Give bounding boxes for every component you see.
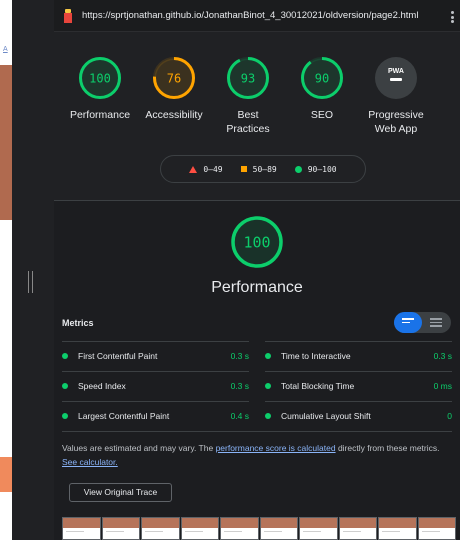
pass-circle-icon [265, 413, 271, 419]
gauge-label: Best Practices [226, 109, 270, 135]
pass-circle-icon [62, 383, 68, 389]
performance-section: 100 Performance Metrics First Contentful… [54, 201, 460, 540]
view-original-trace-button[interactable]: View Original Trace [69, 483, 172, 502]
gauge-label: SEO [310, 109, 334, 121]
gauge-best-practices[interactable]: 93 Best Practices [208, 56, 288, 136]
filmstrip-frame [220, 517, 259, 540]
score-calculated-link[interactable]: performance score is calculated [216, 443, 336, 453]
metric-name: Largest Contentful Paint [78, 411, 170, 421]
gauge-performance[interactable]: 100 Performance [60, 56, 140, 122]
metric-value: 0.3 s [230, 351, 249, 361]
performance-score-gauge: 100 [231, 216, 283, 268]
calculator-link[interactable]: See calculator. [62, 457, 118, 467]
metric-name: Time to Interactive [281, 351, 351, 361]
more-options-icon[interactable] [451, 11, 454, 23]
gauge-ring: 90 [301, 57, 343, 99]
gauge-score: 93 [241, 72, 255, 86]
metric-row[interactable]: Largest Contentful Paint 0.4 s [62, 401, 249, 431]
legend-average: 50–89 [240, 164, 277, 174]
filmstrip [62, 517, 456, 540]
gauge-label: Performance [69, 109, 131, 121]
filmstrip-frame [338, 517, 377, 540]
legend-pass: 90–100 [294, 164, 337, 174]
filmstrip-frame [62, 517, 101, 540]
metrics-note: Values are estimated and may vary. The p… [62, 441, 454, 469]
compact-list-icon [402, 318, 414, 325]
gauge-pwa[interactable]: PWA Progressive Web App [356, 56, 436, 136]
gauge-label: Progressive Web App [368, 109, 424, 135]
gauge-label: Accessibility [145, 109, 203, 121]
expanded-list-icon[interactable] [430, 318, 442, 329]
filmstrip-frame [378, 517, 417, 540]
pass-circle-icon [62, 353, 68, 359]
metric-row[interactable]: Speed Index 0.3 s [62, 371, 249, 401]
gauge-ring: 93 [227, 57, 269, 99]
score-legend: 0–49 50–89 90–100 [160, 155, 366, 183]
metric-value: 0 [447, 411, 452, 421]
pwa-badge-text: PWA [388, 68, 404, 75]
pwa-badge-icon: PWA [375, 57, 417, 99]
gauge-ring: 100 [79, 57, 121, 99]
page-link[interactable]: A [3, 46, 8, 53]
metric-value: 0.3 s [433, 351, 452, 361]
filmstrip-frame [101, 517, 140, 540]
legend-pass-range: 90–100 [307, 164, 337, 174]
gauge-score: 100 [89, 72, 111, 86]
lighthouse-icon [62, 8, 74, 23]
filmstrip-frame [299, 517, 338, 540]
report-topbar: https://sprtjonathan.github.io/JonathanB… [54, 0, 460, 32]
legend-fail-range: 0–49 [203, 164, 223, 174]
gauge-ring: 76 [153, 57, 195, 99]
metrics-heading: Metrics [62, 318, 94, 328]
report-url[interactable]: https://sprtjonathan.github.io/JonathanB… [82, 10, 418, 21]
circle-icon [294, 165, 302, 173]
note-text: Values are estimated and may vary. The [62, 443, 216, 453]
metric-name: Speed Index [78, 381, 126, 391]
lighthouse-report: https://sprtjonathan.github.io/JonathanB… [54, 0, 460, 540]
page-footer-band [0, 457, 12, 492]
gauge-score: 76 [167, 72, 181, 86]
metric-name: First Contentful Paint [78, 351, 158, 361]
page-preview: A [0, 0, 12, 540]
pass-circle-icon [62, 413, 68, 419]
metric-divider [62, 431, 452, 432]
note-text: directly from these metrics. [335, 443, 440, 453]
metric-value: 0 ms [433, 381, 452, 391]
page-banner [0, 65, 12, 220]
metric-row[interactable]: First Contentful Paint 0.3 s [62, 341, 249, 371]
filmstrip-frame [417, 517, 456, 540]
pass-circle-icon [265, 383, 271, 389]
gauge-seo[interactable]: 90 SEO [282, 56, 362, 122]
section-title: Performance [211, 279, 303, 296]
metric-row[interactable]: Cumulative Layout Shift 0 [265, 401, 452, 431]
metrics-view-toggle[interactable] [394, 312, 451, 333]
legend-fail: 0–49 [189, 164, 223, 174]
filmstrip-frame [180, 517, 219, 540]
metric-value: 0.3 s [230, 381, 249, 391]
metric-name: Cumulative Layout Shift [281, 411, 371, 421]
category-gauges: 100 Performance 76 Accessibility 93 Best… [54, 32, 460, 150]
splitter[interactable] [12, 0, 54, 540]
metric-name: Total Blocking Time [281, 381, 355, 391]
metric-row[interactable]: Time to Interactive 0.3 s [265, 341, 452, 371]
gauge-accessibility[interactable]: 76 Accessibility [134, 56, 214, 122]
performance-score: 100 [243, 234, 270, 252]
metric-value: 0.4 s [230, 411, 249, 421]
gauge-score: 90 [315, 72, 329, 86]
filmstrip-frame [259, 517, 298, 540]
pass-circle-icon [265, 353, 271, 359]
legend-average-range: 50–89 [252, 164, 277, 174]
metric-row[interactable]: Total Blocking Time 0 ms [265, 371, 452, 401]
filmstrip-frame [141, 517, 180, 540]
triangle-icon [189, 165, 198, 173]
resize-handle-icon[interactable] [28, 271, 33, 293]
square-icon [240, 166, 247, 172]
